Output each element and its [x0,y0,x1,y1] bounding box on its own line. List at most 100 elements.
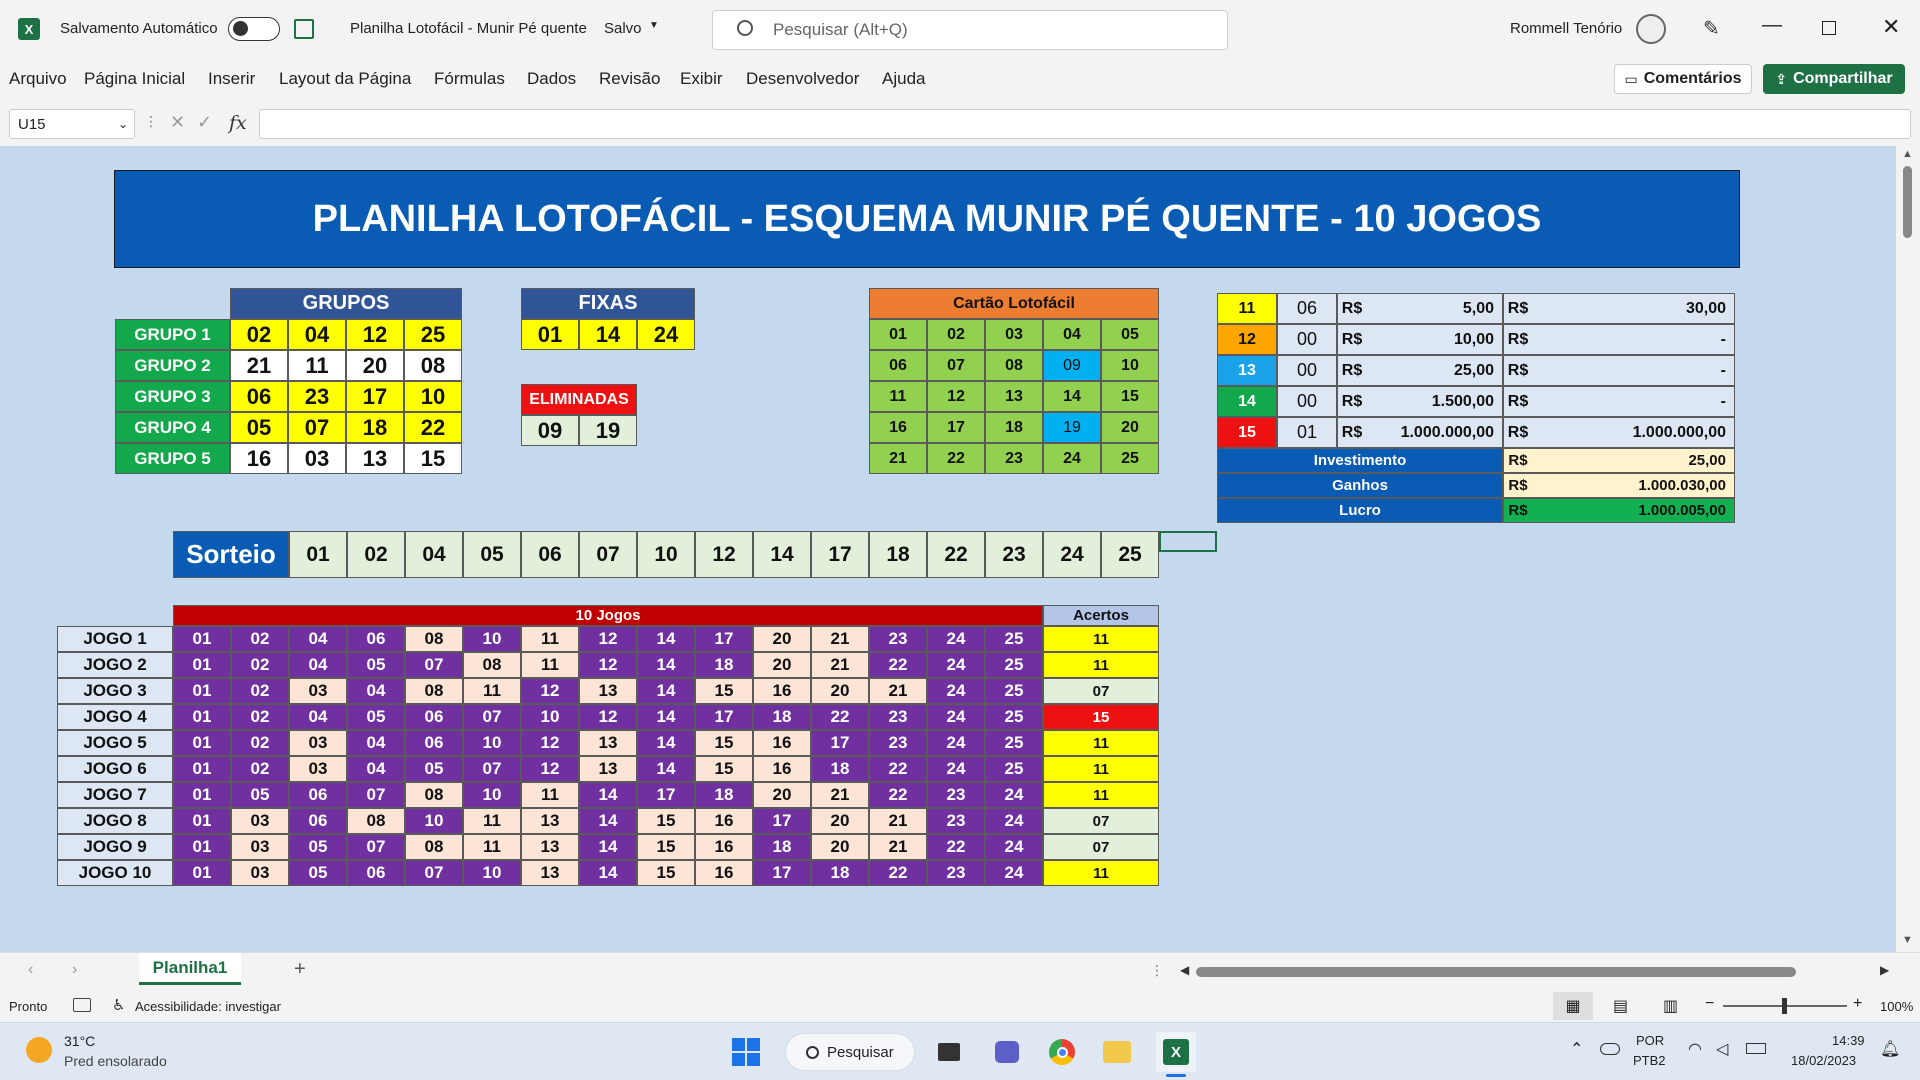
prize-hits[interactable]: 11 [1217,293,1277,324]
cartao-number[interactable]: 13 [985,381,1043,412]
jogo-number[interactable]: 15 [637,860,695,886]
volume-icon[interactable]: ◁ [1716,1039,1728,1059]
jogo-number[interactable]: 13 [579,730,637,756]
summary-label[interactable]: Lucro [1217,498,1503,523]
jogo-number[interactable]: 23 [927,808,985,834]
jogo-number[interactable]: 12 [579,626,637,652]
battery-icon[interactable] [1746,1043,1766,1054]
jogo-number[interactable]: 23 [869,704,927,730]
start-icon[interactable] [730,1036,762,1068]
jogo-label[interactable]: JOGO 3 [57,678,173,704]
fixa-number[interactable]: 14 [579,319,637,350]
prize-total-currency[interactable]: R$ [1503,417,1533,448]
summary-value[interactable]: 25,00 [1503,448,1735,473]
jogo-number[interactable]: 06 [347,860,405,886]
jogo-number[interactable]: 08 [405,834,463,860]
grupo-label[interactable]: GRUPO 2 [115,350,230,381]
cartao-number[interactable]: 04 [1043,319,1101,350]
sorteio-number[interactable]: 24 [1043,531,1101,578]
menu-exibir[interactable]: Exibir [680,69,723,89]
autosave-toggle[interactable] [228,17,280,41]
jogo-number[interactable]: 06 [347,626,405,652]
jogo-number[interactable]: 20 [753,626,811,652]
fixa-number[interactable]: 24 [637,319,695,350]
weather-icon[interactable] [26,1037,52,1063]
menu-ajuda[interactable]: Ajuda [882,69,925,89]
cartao-number[interactable]: 07 [927,350,985,381]
prize-currency[interactable]: R$ [1337,293,1367,324]
restore-icon[interactable] [1822,21,1836,35]
jogo-number[interactable]: 25 [985,678,1043,704]
jogo-number[interactable]: 25 [985,626,1043,652]
selected-cell[interactable] [1159,531,1217,552]
grupo-label[interactable]: GRUPO 1 [115,319,230,350]
jogo-number[interactable]: 07 [463,704,521,730]
jogo-number[interactable]: 23 [869,730,927,756]
taskbar-search[interactable]: Pesquisar [785,1033,915,1071]
jogo-number[interactable]: 25 [985,756,1043,782]
jogo-number[interactable]: 11 [463,678,521,704]
grupo-label[interactable]: GRUPO 4 [115,412,230,443]
grupo-label[interactable]: GRUPO 5 [115,443,230,474]
prize-currency[interactable]: R$ [1337,417,1367,448]
zoom-out-icon[interactable]: − [1705,995,1714,1013]
summary-currency[interactable]: R$ [1503,498,1533,523]
grupo-number[interactable]: 06 [230,381,288,412]
tab-prev-icon[interactable]: ‹ [28,961,33,979]
jogo-number[interactable]: 21 [869,678,927,704]
menu-formulas[interactable]: Fórmulas [434,69,505,89]
jogo-number[interactable]: 24 [985,782,1043,808]
jogo-label[interactable]: JOGO 8 [57,808,173,834]
jogo-number[interactable]: 17 [753,860,811,886]
jogo-number[interactable]: 25 [985,730,1043,756]
jogo-number[interactable]: 13 [521,834,579,860]
sorteio-number[interactable]: 22 [927,531,985,578]
zoom-slider[interactable] [1723,998,1847,1014]
grupo-number[interactable]: 18 [346,412,404,443]
excel-taskbar-icon[interactable]: X [1156,1032,1196,1072]
jogo-number[interactable]: 24 [985,860,1043,886]
jogo-number[interactable]: 04 [289,704,347,730]
jogo-number[interactable]: 23 [927,782,985,808]
prize-hits[interactable]: 14 [1217,386,1277,417]
jogo-label[interactable]: JOGO 9 [57,834,173,860]
menu-inserir[interactable]: Inserir [208,69,255,89]
file-explorer-icon[interactable] [1101,1036,1133,1068]
jogo-number[interactable]: 18 [753,834,811,860]
prize-total-currency[interactable]: R$ [1503,324,1533,355]
jogos-header[interactable]: 10 Jogos [173,605,1043,626]
summary-label[interactable]: Investimento [1217,448,1503,473]
notifications-icon[interactable]: 🔔︎ [1880,1039,1900,1059]
function-icon[interactable]: fx [229,112,247,134]
lang-label[interactable]: POR [1636,1033,1664,1048]
wifi-icon[interactable]: ◠ [1688,1039,1702,1059]
jogo-number[interactable]: 13 [579,756,637,782]
jogo-number[interactable]: 17 [637,782,695,808]
task-view-icon[interactable] [933,1036,965,1068]
jogo-number[interactable]: 06 [289,808,347,834]
teams-chat-icon[interactable] [991,1036,1023,1068]
jogo-number[interactable]: 20 [811,808,869,834]
grupo-number[interactable]: 20 [346,350,404,381]
comments-button[interactable]: ▭ Comentários [1614,64,1752,94]
share-button[interactable]: ⇪ Compartilhar [1763,64,1905,94]
prize-currency[interactable]: R$ [1337,355,1367,386]
page-break-view-icon[interactable]: ▥ [1663,996,1678,1016]
cartao-number[interactable]: 02 [927,319,985,350]
jogo-number[interactable]: 11 [521,782,579,808]
jogo-acertos[interactable]: 11 [1043,756,1159,782]
jogo-number[interactable]: 05 [289,860,347,886]
jogo-number[interactable]: 18 [695,652,753,678]
jogo-number[interactable]: 20 [753,782,811,808]
jogo-number[interactable]: 02 [231,626,289,652]
jogo-number[interactable]: 13 [521,808,579,834]
weather-temp[interactable]: 31°C [64,1033,95,1049]
menu-dados[interactable]: Dados [527,69,576,89]
jogo-number[interactable]: 14 [579,834,637,860]
onedrive-icon[interactable] [1600,1043,1620,1055]
formula-input[interactable] [259,109,1911,139]
jogo-number[interactable]: 03 [289,678,347,704]
lang-layout[interactable]: PTB2 [1633,1053,1666,1068]
prize-total-currency[interactable]: R$ [1503,293,1533,324]
page-layout-view-icon[interactable]: ▤ [1613,996,1628,1016]
